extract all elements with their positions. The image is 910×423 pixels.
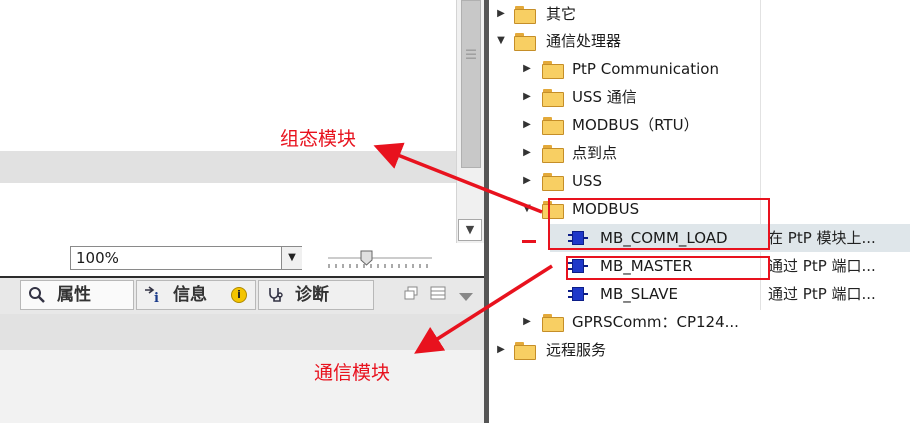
annotation-label-comm: 通信模块 — [314, 362, 391, 384]
annotation-label-config: 组态模块 — [280, 128, 357, 150]
annotation-arrows — [373, 142, 553, 354]
arrow-to-comm-label — [414, 264, 553, 354]
arrow-to-config-label — [373, 142, 543, 214]
